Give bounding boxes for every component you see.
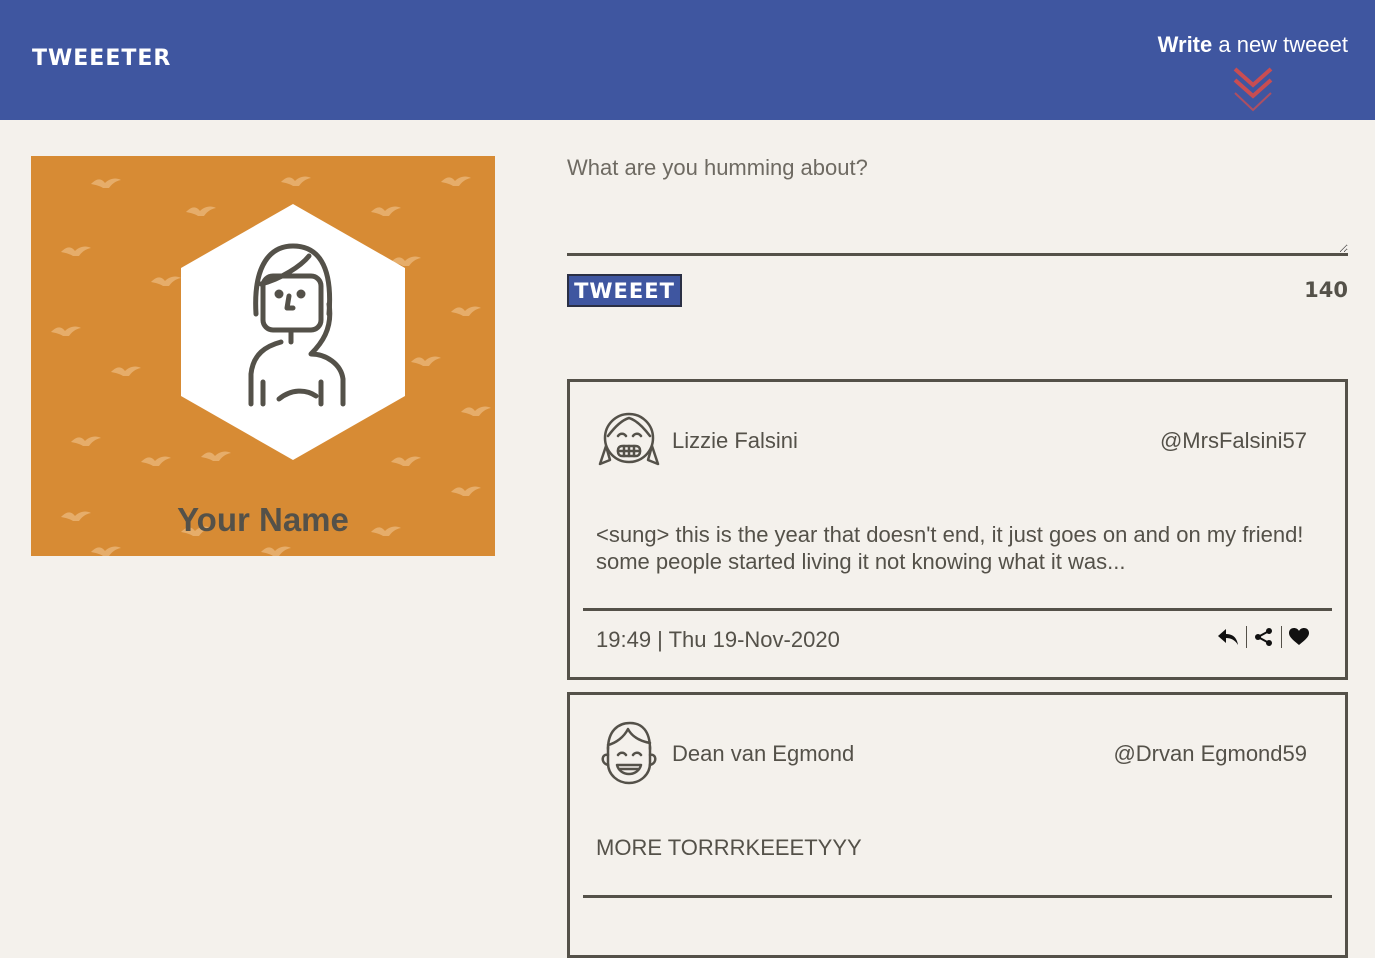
share-icon[interactable] [1254,627,1274,647]
tweet-divider [583,608,1332,611]
write-new-tweet-link[interactable]: Write a new tweeet [1158,32,1348,58]
tweet-compose-input[interactable] [567,155,1348,256]
profile-card: Your Name [31,156,495,556]
new-tweet-label: a new tweeet [1212,32,1348,57]
double-chevron-down-icon[interactable] [1232,66,1274,116]
tweet-author-name: Lizzie Falsini [672,428,798,453]
girl-avatar-icon [598,412,660,466]
character-counter: 140 [1304,278,1348,302]
action-separator [1246,626,1247,648]
boy-avatar-icon [601,721,657,785]
tweet-author-handle: @Drvan Egmond59 [1113,741,1307,766]
tweet-timestamp: 19:49 | Thu 19-Nov-2020 [596,627,840,652]
write-label: Write [1157,32,1213,57]
tweet-text: <sung> this is the year that doesn't end… [596,522,1304,574]
tweet-author-handle: @MrsFalsini57 [1159,428,1307,453]
tweet-text: MORE TORRRKEEETYYY [596,835,862,860]
brand-logo[interactable]: TWEEETER [32,46,171,71]
heart-icon[interactable] [1289,628,1309,646]
tweet-card: Dean van Egmond @Drvan Egmond59 MORE TOR… [567,692,1348,958]
action-separator [1281,626,1282,648]
tweet-author-name: Dean van Egmond [672,741,855,766]
tweet-card: Lizzie Falsini @MrsFalsini57 <sung> this… [567,379,1348,680]
avatar [181,204,405,460]
tweet-divider [583,895,1332,898]
tweet-submit-button[interactable]: TWEEET [567,274,682,307]
tweet-actions [1217,626,1309,648]
profile-name: Your Name [177,501,349,538]
top-nav: TWEEETER Write a new tweeet [0,0,1375,120]
reply-icon[interactable] [1217,627,1239,647]
